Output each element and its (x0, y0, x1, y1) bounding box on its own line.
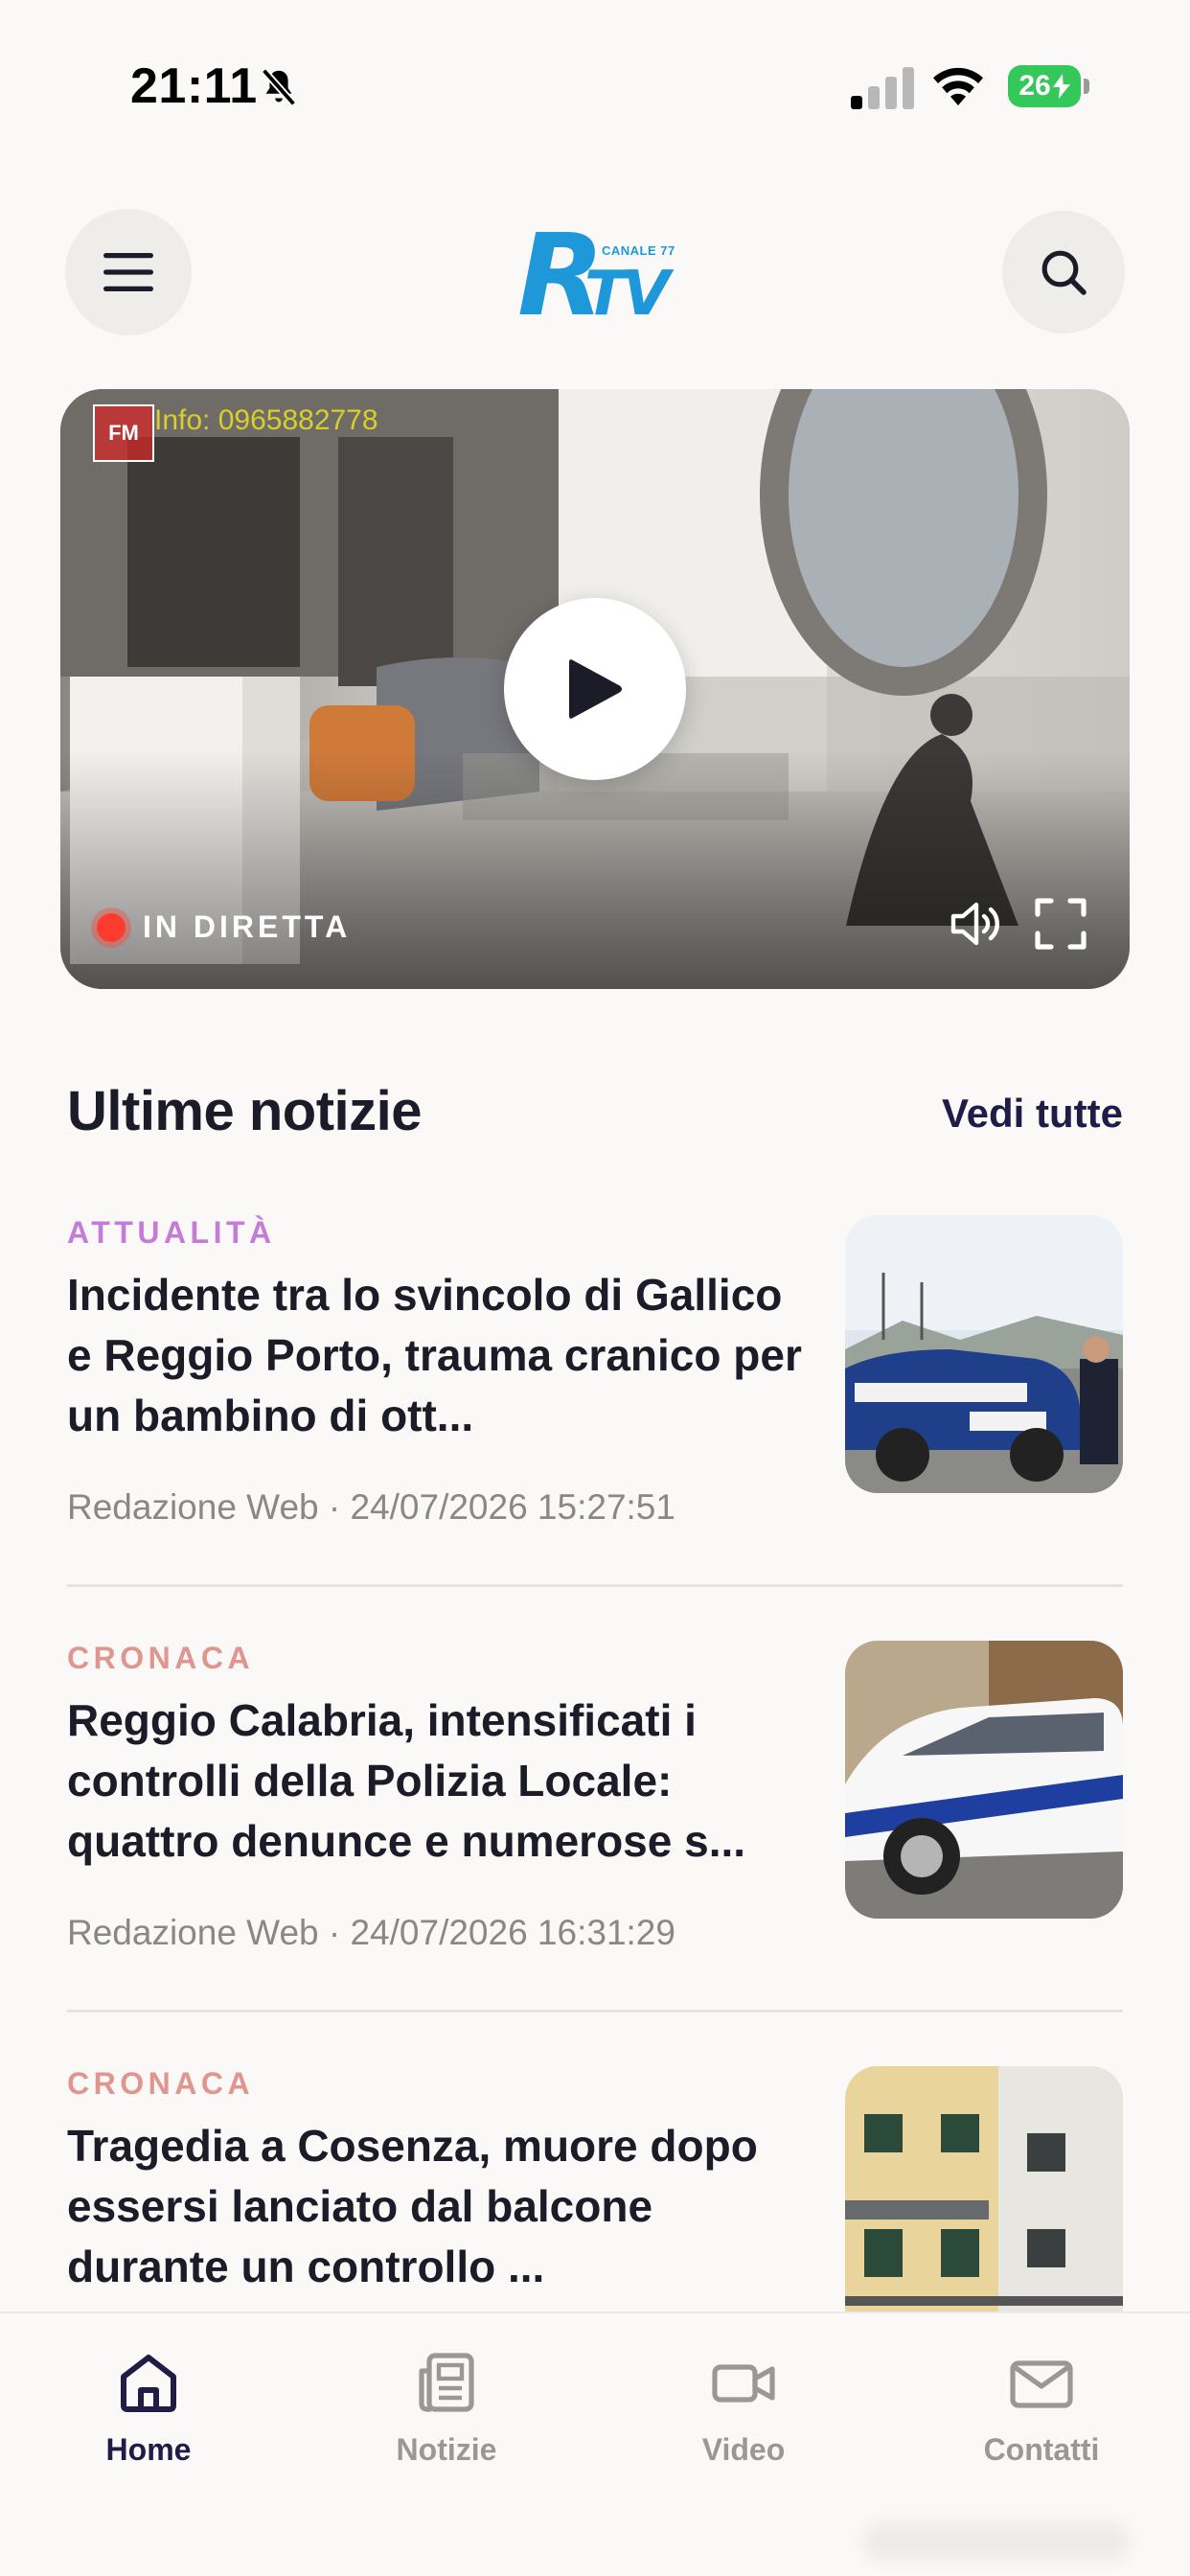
tab-video[interactable]: Video (648, 2348, 839, 2492)
status-bar: 21:11 26 (0, 0, 1190, 172)
tab-label: Home (105, 2432, 192, 2467)
home-icon (121, 2355, 176, 2412)
wifi-icon (933, 67, 983, 105)
tab-home[interactable]: Home (53, 2348, 244, 2492)
logo-subtitle: CANALE 77 (602, 243, 675, 258)
menu-button[interactable] (65, 209, 192, 335)
battery-cap (1084, 79, 1089, 94)
section-title: Ultime notizie (67, 1080, 423, 1142)
play-icon (569, 659, 622, 719)
search-icon (1041, 250, 1087, 295)
news-category: CRONACA (67, 1641, 255, 1675)
status-time: 21:11 (130, 58, 258, 114)
svg-text:TV: TV (584, 259, 675, 322)
live-dot (97, 912, 126, 942)
watermark-text: Info: 0965882778 (154, 404, 378, 436)
mail-icon (1010, 2360, 1073, 2408)
news-meta: Redazione Web · 24/07/2026 15:27:51 (67, 1487, 675, 1527)
tab-contatti[interactable]: Contatti (946, 2348, 1137, 2492)
live-video-player[interactable]: FM Info: 0965882778 IN DIRETTA (60, 389, 1130, 989)
bell-slash-icon (261, 68, 297, 106)
see-all-link[interactable]: Vedi tutte (942, 1091, 1123, 1137)
news-item[interactable]: CRONACA Tragedia a Cosenza, muore dopo e… (67, 2066, 1123, 2354)
news-item[interactable]: ATTUALITÀ Incidente tra lo svincolo di G… (67, 1215, 1123, 1587)
news-meta: Redazione Web · 24/07/2026 16:31:29 (67, 1913, 675, 1952)
volume-icon[interactable] (948, 897, 1005, 951)
tab-label: Video (701, 2432, 786, 2467)
cellular-signal-icon (851, 67, 914, 109)
app-logo[interactable]: R TV CANALE 77 (517, 209, 678, 341)
newspaper-icon (419, 2353, 474, 2412)
news-title: Reggio Calabria, intensificati i control… (67, 1695, 746, 1866)
tab-label: Contatti (983, 2432, 1100, 2467)
news-item[interactable]: CRONACA Reggio Calabria, intensificati i… (67, 1641, 1123, 2012)
fullscreen-icon[interactable] (1034, 897, 1087, 951)
live-indicator: IN DIRETTA (97, 909, 351, 945)
tab-label: Notizie (396, 2432, 497, 2467)
news-thumbnail (845, 2066, 1123, 2344)
news-title: Incidente tra lo svincolo di Gallico e R… (67, 1270, 802, 1440)
watermark-logo: FM (93, 404, 154, 462)
news-thumbnail (845, 1215, 1123, 1493)
search-button[interactable] (1002, 211, 1125, 334)
battery-level: 26 (1018, 70, 1051, 102)
play-button[interactable] (504, 598, 686, 780)
tab-notizie[interactable]: Notizie (351, 2348, 542, 2492)
news-category: CRONACA (67, 2066, 255, 2101)
news-title: Tragedia a Cosenza, muore dopo essersi l… (67, 2121, 758, 2291)
hamburger-menu-icon (103, 253, 153, 291)
video-camera-icon (712, 2364, 775, 2403)
live-label: IN DIRETTA (143, 909, 352, 944)
rtv-logo: R TV (517, 209, 678, 341)
home-indicator (862, 2522, 1131, 2561)
news-thumbnail (845, 1641, 1123, 1919)
news-category: ATTUALITÀ (67, 1215, 276, 1250)
battery-charging-icon: 26 (1008, 65, 1081, 107)
